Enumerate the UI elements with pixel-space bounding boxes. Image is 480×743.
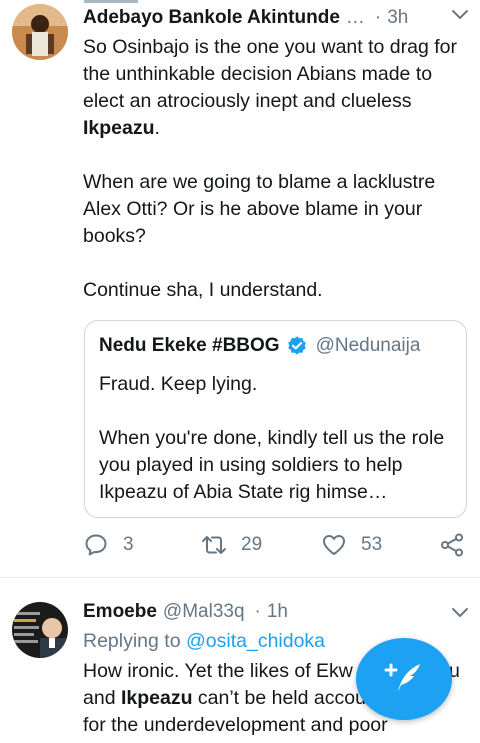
timestamp[interactable]: 3h [387, 7, 408, 29]
reply-icon [85, 534, 107, 556]
retweet-button[interactable]: 29 [201, 532, 262, 558]
retweet-count: 29 [241, 534, 263, 555]
mention-link[interactable]: @osita_chidoka [186, 630, 325, 652]
tweet-paragraph: So Osinbajo is the one you want to drag … [83, 36, 457, 139]
replying-to: Replying to @osita_chidoka [83, 630, 325, 653]
author-handle[interactable]: … [346, 7, 365, 29]
tweet-actions: 3 29 53 [83, 532, 470, 558]
share-icon [441, 533, 463, 557]
quoted-tweet-header: Nedu Ekeke #BBOG @Nedunaija [99, 335, 420, 357]
tweet-header: Adebayo Bankole Akintunde … · 3h [83, 4, 470, 32]
separator-dot: · [374, 7, 382, 28]
separator-dot: · [254, 601, 261, 622]
like-icon [323, 535, 345, 555]
tweet-paragraph: Continue sha, I understand. [83, 279, 323, 301]
avatar[interactable] [12, 602, 68, 658]
author-handle[interactable]: @Mal33q [163, 601, 245, 623]
reply-button[interactable]: 3 [83, 532, 134, 558]
quoted-tweet[interactable]: Nedu Ekeke #BBOG @Nedunaija Fraud. Keep … [84, 320, 467, 518]
tweet-header: Emoebe @Mal33q · 1h [83, 598, 470, 626]
share-button[interactable] [439, 532, 465, 558]
timestamp[interactable]: 1h [267, 601, 288, 623]
quoted-paragraph: When you're done, kindly tell us the rol… [99, 427, 445, 503]
like-button[interactable]: 53 [321, 532, 382, 558]
highlighted-term: Ikpeazu [83, 117, 155, 139]
compose-tweet-icon [384, 663, 420, 692]
avatar[interactable] [12, 4, 68, 60]
quoted-paragraph: Fraud. Keep lying. [99, 373, 258, 395]
author-name[interactable]: Emoebe [83, 601, 157, 623]
tweet-paragraph: When are we going to blame a lacklustre … [83, 171, 436, 247]
like-count: 53 [361, 534, 383, 555]
author-name[interactable]: Adebayo Bankole Akintunde [83, 7, 340, 29]
replying-label: Replying to [83, 630, 181, 652]
quoted-author-handle: @Nedunaija [315, 335, 421, 356]
retweet-icon [202, 536, 226, 554]
verified-badge-icon [287, 336, 306, 355]
tweet-text: So Osinbajo is the one you want to drag … [83, 34, 468, 304]
compose-tweet-button[interactable] [356, 638, 452, 720]
chevron-down-icon[interactable] [450, 606, 470, 620]
highlighted-term: Ikpeazu [120, 687, 193, 709]
quoted-author-name: Nedu Ekeke #BBOG [99, 335, 280, 356]
tweet[interactable]: Adebayo Bankole Akintunde … · 3h So Osin… [0, 0, 480, 578]
reply-count: 3 [123, 534, 134, 555]
chevron-down-icon[interactable] [450, 8, 470, 22]
quoted-tweet-text: Fraud. Keep lying. When you're done, kin… [99, 371, 454, 506]
